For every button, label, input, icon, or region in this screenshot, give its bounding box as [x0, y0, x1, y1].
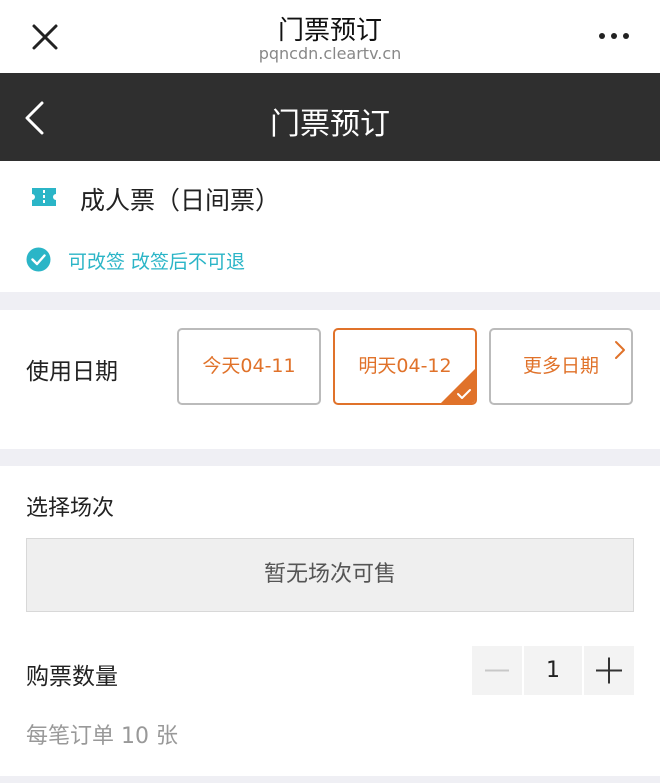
check-circle-icon [26, 247, 51, 272]
browser-title: 门票预订 [277, 16, 382, 46]
minus-icon [485, 669, 509, 672]
page-title: 门票预订 [270, 107, 390, 142]
quantity-value[interactable]: 1 [524, 646, 582, 695]
chevron-right-icon [615, 341, 625, 359]
date-option-label: 今天04-11 [202, 355, 296, 377]
ticket-icon [32, 188, 56, 206]
date-option-today[interactable]: 今天04-11 [177, 328, 321, 405]
browser-domain: pqncdn.cleartv.cn [258, 44, 402, 63]
session-empty-box: 暂无场次可售 [26, 538, 634, 612]
selected-check-icon [441, 369, 475, 403]
date-option-label: 明天04-12 [358, 355, 452, 377]
date-option-more[interactable]: 更多日期 [489, 328, 633, 405]
plus-icon [596, 657, 622, 684]
page-nav-bar: 门票预订 [0, 73, 660, 161]
decrement-button[interactable] [472, 646, 522, 695]
date-label: 使用日期 [26, 359, 118, 385]
order-limit-note: 每笔订单 10 张 [26, 724, 178, 749]
ticket-name: 成人票（日间票） [80, 186, 281, 215]
increment-button[interactable] [584, 646, 634, 695]
refund-policy: 可改签 改签后不可退 [68, 251, 246, 273]
more-icon[interactable] [598, 26, 630, 46]
browser-top-bar: 门票预订 pqncdn.cleartv.cn [0, 0, 660, 73]
date-option-label: 更多日期 [522, 355, 599, 377]
quantity-stepper: 1 [472, 646, 634, 695]
quantity-label: 购票数量 [26, 664, 118, 690]
date-option-tomorrow[interactable]: 明天04-12 [333, 328, 477, 405]
session-label: 选择场次 [26, 496, 115, 521]
